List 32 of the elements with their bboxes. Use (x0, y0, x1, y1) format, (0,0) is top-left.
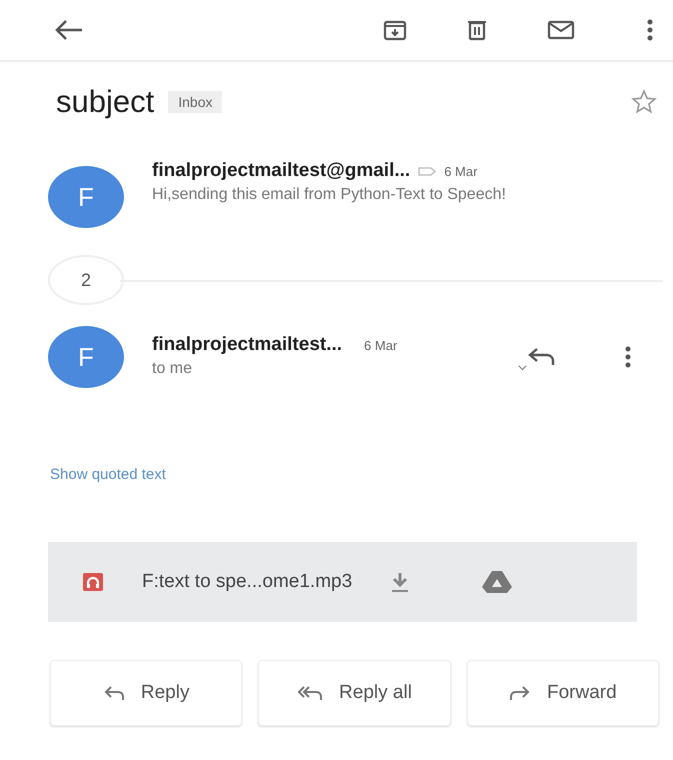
attachment-filename: F:text to spe...ome1.mp3 (142, 571, 352, 593)
audio-file-icon (82, 572, 104, 592)
trash-icon[interactable] (467, 19, 487, 41)
message-date: 6 Mar (444, 164, 478, 178)
importance-marker-icon (418, 166, 436, 176)
attachment-card[interactable]: F:text to spe...ome1.mp3 (48, 542, 637, 622)
archive-icon[interactable] (383, 19, 407, 41)
forward-icon (508, 685, 531, 701)
forward-button[interactable]: Forward (466, 660, 659, 726)
reply-icon (102, 685, 125, 701)
avatar: F (48, 326, 124, 388)
envelope-icon[interactable] (547, 20, 575, 40)
message-snippet: Hi,sending this email from Python-Text to Speech! (152, 185, 507, 205)
recipient-text: to me (152, 359, 194, 379)
reply-all-icon (297, 685, 324, 701)
inbox-label: Inbox (168, 91, 222, 113)
back-arrow-icon[interactable] (54, 19, 84, 41)
sender-name: finalprojectmailtest... (152, 334, 342, 356)
reply-all-button[interactable]: Reply all (258, 660, 451, 726)
more-menu-icon[interactable] (647, 19, 653, 41)
subject-title: subject (56, 84, 154, 120)
reply-icon[interactable] (527, 347, 555, 367)
reply-button[interactable]: Reply (50, 660, 242, 726)
star-icon[interactable] (631, 89, 657, 115)
avatar: F (48, 166, 124, 228)
message-date: 6 Mar (364, 338, 398, 352)
download-icon[interactable] (390, 571, 410, 593)
hidden-messages-count[interactable]: 2 (48, 255, 124, 305)
drive-icon[interactable] (482, 570, 512, 594)
more-menu-icon[interactable] (625, 346, 631, 368)
sender-name: finalprojectmailtest@gmail... (152, 160, 410, 182)
chevron-down-icon[interactable] (518, 364, 527, 372)
